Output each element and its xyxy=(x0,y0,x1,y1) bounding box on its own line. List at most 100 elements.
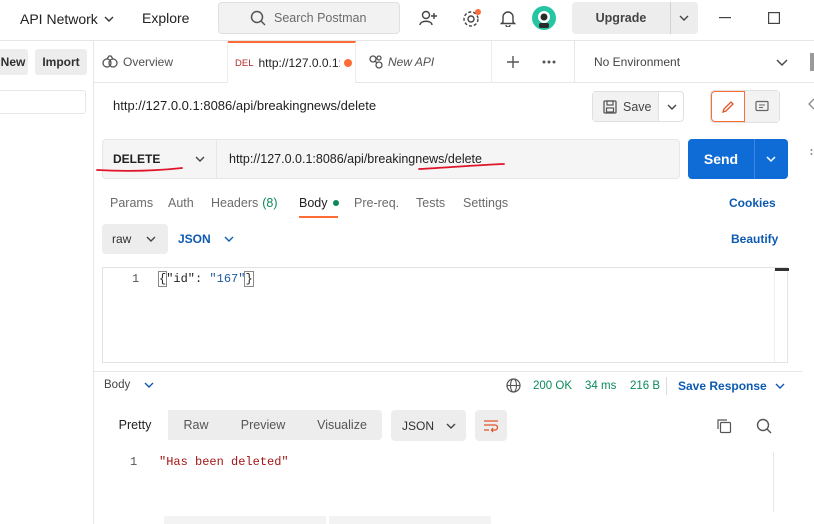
add-tab-icon[interactable] xyxy=(506,55,520,69)
comments-button[interactable] xyxy=(745,91,779,122)
tab-raw[interactable]: Raw xyxy=(168,418,224,432)
chevron-down-icon[interactable] xyxy=(766,154,776,164)
json-key: "id" xyxy=(166,272,196,286)
code-line: { "id" : "167" } xyxy=(157,271,254,287)
search-box[interactable]: Search Postman xyxy=(218,2,400,34)
response-format-label: JSON xyxy=(402,418,435,433)
environment-label: No Environment xyxy=(594,55,681,69)
scrollbar-thumb[interactable] xyxy=(775,268,789,271)
request-title[interactable]: http://127.0.0.1:8086/api/breakingnews/d… xyxy=(113,98,376,113)
status-bar-segment xyxy=(164,516,326,524)
chevron-down-icon xyxy=(446,421,456,431)
more-tabs-icon[interactable] xyxy=(542,60,556,64)
tab-params[interactable]: Params xyxy=(110,196,153,210)
tab-settings[interactable]: Settings xyxy=(463,196,508,210)
top-bar: API Network Explore Search Postman Upgra… xyxy=(0,0,814,41)
chevron-down-icon[interactable] xyxy=(667,102,677,112)
headers-count: (8) xyxy=(262,196,278,210)
wrap-lines-button[interactable] xyxy=(475,410,507,441)
beautify-link[interactable]: Beautify xyxy=(731,232,778,246)
sidebar-filter-input[interactable] xyxy=(0,90,86,114)
globe-icon[interactable] xyxy=(506,378,521,393)
tab-overview[interactable]: Overview xyxy=(94,41,228,83)
overview-icon xyxy=(102,55,118,69)
unsaved-dot xyxy=(344,59,353,67)
tab-pretty[interactable]: Pretty xyxy=(102,410,168,440)
explore-link[interactable]: Explore xyxy=(142,10,189,26)
search-icon[interactable] xyxy=(756,418,772,434)
json-brace: { xyxy=(157,271,168,287)
upgrade-label: Upgrade xyxy=(595,11,647,25)
body-format-label: JSON xyxy=(178,232,211,246)
red-underline-annotation xyxy=(96,163,505,172)
tab-label: http://127.0.0.1:8 xyxy=(258,56,341,70)
response-status[interactable]: 200 OK xyxy=(533,380,572,392)
response-scrollbar[interactable] xyxy=(773,452,788,512)
sidebar: New Import xyxy=(0,41,94,524)
tab-headers[interactable]: Headers (8) xyxy=(211,196,278,210)
save-button-group: Save xyxy=(592,91,684,122)
chevron-down-icon xyxy=(104,14,114,24)
tab-delete-request[interactable]: DEL http://127.0.0.1:8 xyxy=(228,41,356,83)
send-button[interactable]: Send xyxy=(688,139,788,179)
response-size[interactable]: 216 B xyxy=(630,380,660,392)
chevron-down-icon[interactable] xyxy=(679,13,689,23)
wrap-lines-icon xyxy=(483,419,499,433)
tab-tests[interactable]: Tests xyxy=(416,196,445,210)
save-button[interactable]: Save xyxy=(593,92,659,121)
chevron-down-icon xyxy=(146,234,156,244)
cookies-link[interactable]: Cookies xyxy=(729,196,776,210)
right-panel-icon[interactable] xyxy=(808,97,814,111)
editor-scrollbar[interactable] xyxy=(774,268,789,362)
body-mode-select[interactable]: raw xyxy=(102,224,168,254)
tab-body[interactable]: Body xyxy=(299,196,339,210)
invite-user-icon[interactable] xyxy=(419,9,437,27)
tab-preview[interactable]: Preview xyxy=(224,418,302,432)
save-response-label: Save Response xyxy=(678,379,767,393)
tab-auth[interactable]: Auth xyxy=(168,196,194,210)
divider xyxy=(574,41,575,83)
view-toggle xyxy=(710,90,780,123)
environment-selector[interactable]: No Environment xyxy=(594,55,794,69)
response-body-text[interactable]: "Has been deleted" xyxy=(159,455,289,469)
request-body-editor[interactable]: 1 { "id" : "167" } xyxy=(102,267,789,363)
response-format-select[interactable]: JSON xyxy=(391,410,466,441)
pencil-icon xyxy=(721,100,735,114)
body-mode-label: raw xyxy=(112,232,132,246)
workspace-label: API Network xyxy=(20,11,98,27)
response-time[interactable]: 34 ms xyxy=(585,380,616,392)
notification-bell-icon[interactable] xyxy=(500,9,516,27)
import-button[interactable]: Import xyxy=(35,49,87,75)
avatar[interactable] xyxy=(532,5,556,31)
body-indicator-dot xyxy=(332,200,339,206)
workspace-menu[interactable]: API Network xyxy=(20,10,114,28)
copy-icon[interactable] xyxy=(716,418,732,434)
tab-label: New API xyxy=(388,55,435,69)
status-bar xyxy=(94,512,814,524)
save-response-button[interactable]: Save Response xyxy=(678,379,785,393)
maximize-window-icon[interactable] xyxy=(768,12,780,24)
search-placeholder: Search Postman xyxy=(274,11,367,25)
body-format-select[interactable]: JSON xyxy=(178,232,234,246)
right-panel-edge xyxy=(810,53,814,71)
method-badge: DEL xyxy=(235,57,254,69)
tab-prereq[interactable]: Pre-req. xyxy=(354,196,399,210)
right-panel-icon-2[interactable] xyxy=(809,148,814,156)
status-bar-segment xyxy=(329,516,491,524)
tab-label: Headers xyxy=(211,196,259,210)
tab-bar: Overview DEL http://127.0.0.1:8 New API … xyxy=(94,41,814,83)
edit-mode-button[interactable] xyxy=(711,91,745,122)
response-section-toggle[interactable]: Body xyxy=(104,379,154,391)
tab-new-api[interactable]: New API xyxy=(356,41,492,83)
minimize-window-icon[interactable] xyxy=(719,17,731,19)
divider xyxy=(666,377,667,395)
chevron-down-icon xyxy=(144,380,154,390)
tab-visualize[interactable]: Visualize xyxy=(302,418,382,432)
divider xyxy=(670,2,671,34)
settings-gear-icon[interactable] xyxy=(462,9,482,29)
response-section-label: Body xyxy=(104,379,131,391)
new-button[interactable]: New xyxy=(0,49,28,75)
divider xyxy=(94,371,802,372)
response-view-tabs: Pretty Raw Preview Visualize xyxy=(102,410,382,440)
upgrade-button[interactable]: Upgrade xyxy=(572,2,698,34)
